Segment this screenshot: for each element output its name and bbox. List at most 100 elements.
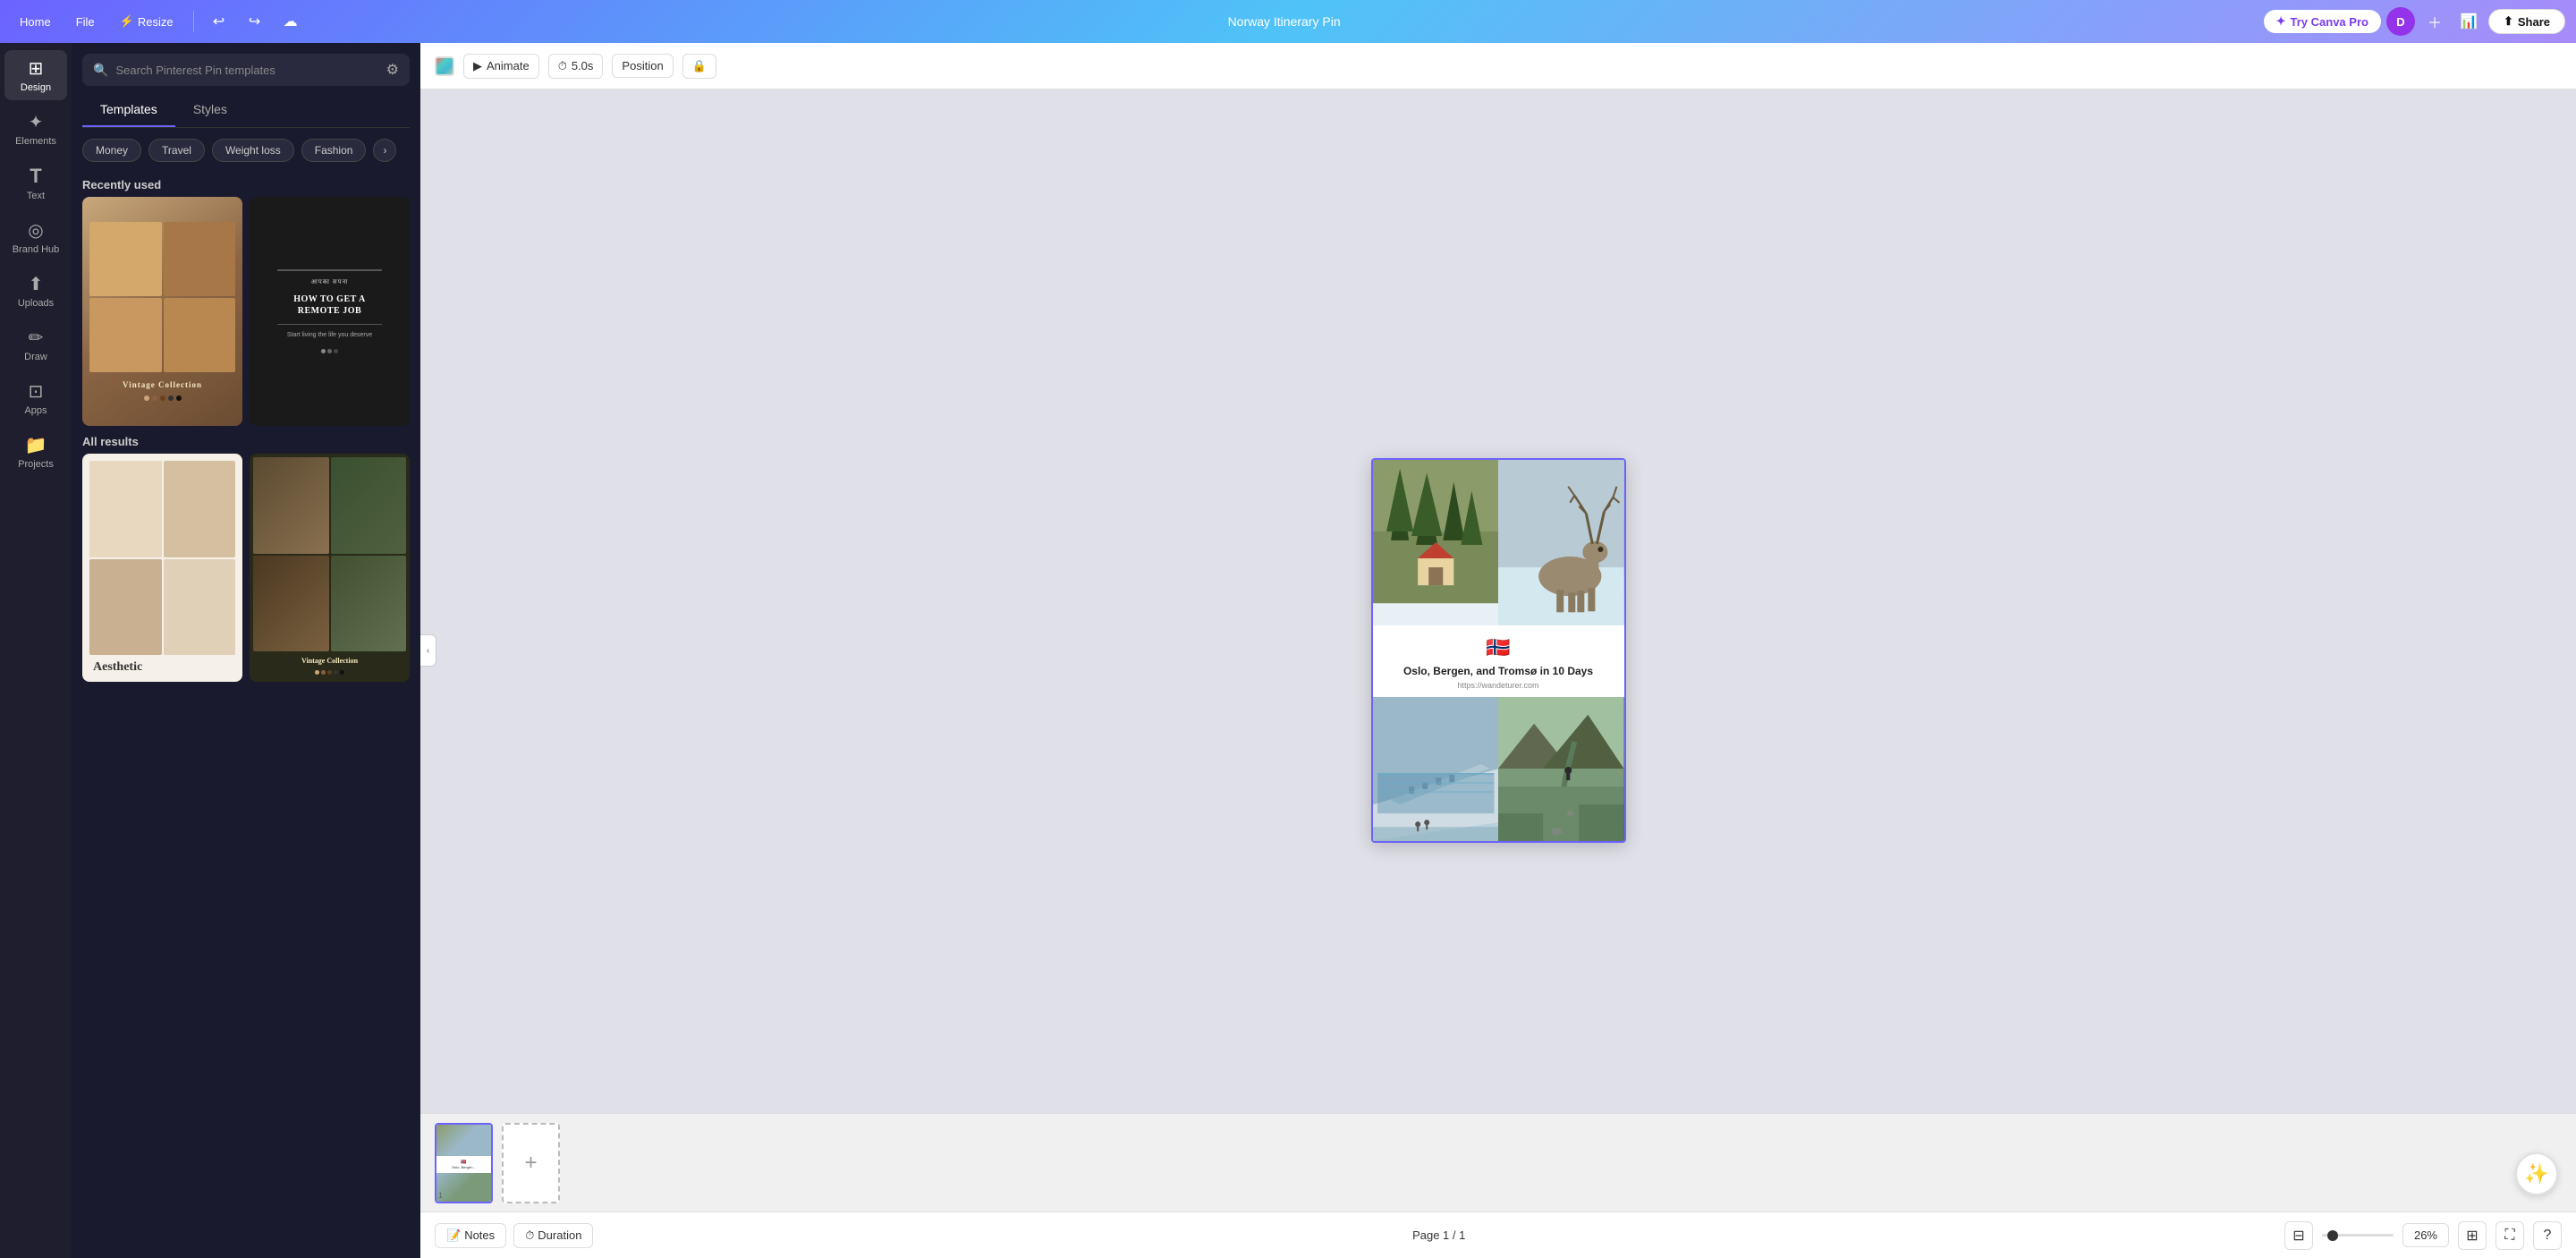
chip-more[interactable]: › xyxy=(373,139,396,162)
grid-view-button[interactable]: ⊞ xyxy=(2458,1221,2487,1250)
duration-button[interactable]: ⏱ Duration xyxy=(513,1223,593,1248)
share-button[interactable]: ⬆ Share xyxy=(2488,9,2565,34)
sidebar-item-label: Projects xyxy=(18,459,54,470)
sidebar-item-label: Uploads xyxy=(18,298,54,309)
tab-styles[interactable]: Styles xyxy=(175,93,245,127)
duration-icon: ⏱ xyxy=(525,1228,534,1243)
magic-button[interactable]: ✨ xyxy=(2515,1152,2558,1195)
star-icon: ✦ xyxy=(2276,14,2286,29)
template-aesthetic[interactable]: Aesthetic xyxy=(82,454,242,683)
thumbnail-page-number: 1 xyxy=(438,1191,443,1200)
help-button[interactable]: ? xyxy=(2533,1221,2562,1250)
notes-button[interactable]: 📝 Notes xyxy=(435,1223,506,1248)
brand-hub-icon: ◎ xyxy=(28,219,43,242)
hide-panel-button[interactable]: ‹ xyxy=(420,634,436,667)
lock-icon: 🔒 xyxy=(692,59,707,73)
sidebar-item-uploads[interactable]: ⬆ Uploads xyxy=(4,266,67,316)
chip-weight-loss[interactable]: Weight loss xyxy=(212,139,294,162)
sidebar-item-label: Text xyxy=(27,191,45,201)
hide-panels-button[interactable]: ⊟ xyxy=(2284,1221,2313,1250)
redo-button[interactable]: ↪ xyxy=(241,7,269,36)
design-url: https://wandeturer.com xyxy=(1387,681,1610,690)
design-photo-opera xyxy=(1373,697,1499,843)
animate-button[interactable]: ▶ Animate xyxy=(463,54,539,79)
sidebar-item-label: Apps xyxy=(24,405,47,416)
zoom-slider[interactable] xyxy=(2322,1234,2394,1237)
chip-travel[interactable]: Travel xyxy=(148,139,205,162)
thumbnail-container: 🇳🇴 Oslo, Bergen... 1 xyxy=(435,1123,493,1203)
design-photo-forest xyxy=(1373,460,1499,625)
page-thumbnail-1[interactable]: 🇳🇴 Oslo, Bergen... 1 xyxy=(435,1123,493,1203)
bottom-bar: 📝 Notes ⏱ Duration Page 1 / 1 ⊟ 26% ⊞ ⛶ … xyxy=(420,1211,2576,1258)
sidebar-item-apps[interactable]: ⊡ Apps xyxy=(4,373,67,423)
design-top-photos xyxy=(1373,460,1624,625)
add-collaborator-button[interactable]: ＋ xyxy=(2420,7,2449,36)
reindeer-svg xyxy=(1498,460,1624,625)
cloud-save-button[interactable]: ☁ xyxy=(276,7,305,36)
thumbnail-strip: 🇳🇴 Oslo, Bergen... 1 + xyxy=(420,1113,2576,1211)
home-button[interactable]: Home xyxy=(11,12,60,32)
chip-fashion[interactable]: Fashion xyxy=(301,139,367,162)
animate-icon: ▶ xyxy=(473,59,482,73)
sidebar-item-label: Brand Hub xyxy=(13,244,60,255)
uploads-icon: ⬆ xyxy=(29,273,44,295)
user-avatar[interactable]: D xyxy=(2386,7,2415,36)
workspace[interactable]: ↻ xyxy=(420,89,2576,1211)
clock-icon: ⏱ xyxy=(558,59,567,73)
analytics-button[interactable]: 📊 xyxy=(2454,7,2483,36)
design-title: Oslo, Bergen, and Tromsø in 10 Days xyxy=(1387,665,1610,677)
zoom-level-button[interactable]: 26% xyxy=(2402,1223,2449,1247)
duration-button[interactable]: ⏱ 5.0s xyxy=(548,54,604,79)
sidebar-item-draw[interactable]: ✏ Draw xyxy=(4,319,67,370)
recently-used-grid: Vintage Collection आपका सपना HOW TO GET … xyxy=(72,197,420,426)
all-results-label: All results xyxy=(72,426,420,454)
design-bottom-photos xyxy=(1373,697,1624,843)
sidebar-item-projects[interactable]: 📁 Projects xyxy=(4,427,67,477)
try-canva-pro-button[interactable]: ✦ Try Canva Pro xyxy=(2264,10,2381,33)
add-page-button[interactable]: + xyxy=(502,1123,560,1203)
template-vintage-1[interactable]: Vintage Collection xyxy=(82,197,242,426)
position-button[interactable]: Position xyxy=(612,54,673,78)
forest-svg xyxy=(1373,460,1499,625)
sidebar-item-label: Design xyxy=(21,82,51,93)
color-swatch[interactable] xyxy=(435,56,454,76)
template-vintage-2[interactable]: Vintage Collection xyxy=(250,454,410,683)
elements-icon: ✦ xyxy=(29,111,44,133)
design-icon: ⊞ xyxy=(29,57,44,80)
trail-svg xyxy=(1498,697,1624,843)
sidebar: ⊞ Design ✦ Elements T Text ◎ Brand Hub ⬆… xyxy=(0,43,72,1258)
undo-button[interactable]: ↩ xyxy=(205,7,233,36)
fullscreen-button[interactable]: ⛶ xyxy=(2496,1221,2524,1250)
tab-bar: Templates Styles xyxy=(82,93,410,128)
design-card[interactable]: ↻ xyxy=(1371,458,1626,843)
template-remote-job[interactable]: आपका सपना HOW TO GET AREMOTE JOB Start l… xyxy=(250,197,410,426)
norway-flag: 🇳🇴 xyxy=(1387,636,1610,659)
apps-icon: ⊡ xyxy=(29,380,44,403)
bottom-center: Page 1 / 1 xyxy=(1412,1228,1465,1242)
sidebar-item-label: Draw xyxy=(24,352,47,362)
file-button[interactable]: File xyxy=(67,12,104,32)
topbar-divider xyxy=(193,11,194,32)
tab-templates[interactable]: Templates xyxy=(82,93,175,127)
search-bar: 🔍 ⚙ xyxy=(72,43,420,93)
canvas-area: ▶ Animate ⏱ 5.0s Position 🔒 ↻ xyxy=(420,43,2576,1258)
sidebar-item-brand-hub[interactable]: ◎ Brand Hub xyxy=(4,212,67,262)
design-photo-reindeer xyxy=(1498,460,1624,625)
document-title: Norway Itinerary Pin xyxy=(312,14,2257,29)
filter-chips: Money Travel Weight loss Fashion › xyxy=(72,128,420,169)
filter-button[interactable]: ⚙ xyxy=(386,61,399,79)
chip-money[interactable]: Money xyxy=(82,139,141,162)
resize-icon: ⚡ xyxy=(120,14,134,29)
all-results-grid: Aesthetic Vintage Collection xyxy=(72,454,420,683)
sidebar-item-elements[interactable]: ✦ Elements xyxy=(4,104,67,154)
page-info: Page 1 / 1 xyxy=(1412,1228,1465,1242)
opera-svg xyxy=(1373,697,1499,843)
sidebar-item-text[interactable]: T Text xyxy=(4,157,67,208)
notes-icon: 📝 xyxy=(446,1228,461,1243)
sidebar-item-design[interactable]: ⊞ Design xyxy=(4,50,67,100)
design-photo-trail xyxy=(1498,697,1624,843)
resize-button[interactable]: ⚡ Resize xyxy=(111,11,182,32)
search-input[interactable] xyxy=(115,64,378,77)
lock-button[interactable]: 🔒 xyxy=(682,54,716,79)
recently-used-label: Recently used xyxy=(72,169,420,197)
